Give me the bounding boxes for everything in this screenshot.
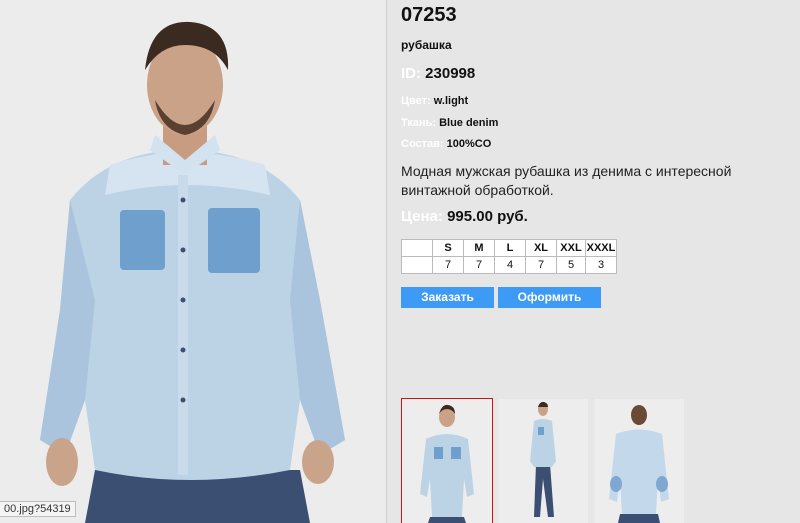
attr-composition: Состав: 100%CO [401,138,491,150]
attr-color-label: Цвет: [401,95,431,107]
size-quantity-cell: 7 [432,256,464,274]
price-label: Цена: [401,208,443,225]
main-product-photo [0,0,386,523]
size-quantity-cell: 7 [463,256,495,274]
size-quantity-cell: 4 [494,256,526,274]
size-header-cell: M [463,239,495,257]
attr-color-value: w.light [433,95,469,107]
product-description: Модная мужская рубашка из денима с интер… [401,163,732,198]
size-header-cell: L [494,239,526,257]
price-value: 995.00 руб. [447,208,528,225]
attr-fabric-label: Ткань: [401,117,436,129]
size-quantity-cell: 3 [585,256,617,274]
thumbnail-side[interactable] [498,399,588,523]
size-header-cell: XL [525,239,557,257]
attr-composition-label: Состав: [401,138,444,150]
attr-fabric-value: Blue denim [439,117,499,129]
status-url: 00.jpg?54319 [0,501,76,517]
product-article: 07253 [401,4,457,26]
product-price: Цена: 995.00 руб. [401,208,528,225]
attr-fabric: Ткань: Blue denim [401,117,498,129]
size-header-row: S M L XL XXL XXXL [401,239,617,257]
attr-composition-value: 100%CO [446,138,492,150]
id-value: 230998 [425,65,476,82]
id-label: ID: [401,65,421,82]
product-id: ID: 230998 [401,65,475,82]
checkout-button[interactable]: Оформить [498,287,601,308]
size-header-cell [401,239,433,257]
order-button[interactable]: Заказать [401,287,494,308]
size-header-cell: S [432,239,464,257]
size-quantity-row: 7 7 4 7 5 3 [401,256,617,274]
size-header-cell: XXL [556,239,586,257]
size-header-cell: XXXL [585,239,617,257]
size-table: S M L XL XXL XXXL 7 7 4 7 5 3 [401,239,617,274]
thumbnail-back[interactable] [594,399,684,523]
size-quantity-cell: 5 [556,256,586,274]
product-type: рубашка [401,38,452,52]
size-quantity-cell: 7 [525,256,557,274]
attr-color: Цвет: w.light [401,95,468,107]
panel-divider [386,0,387,523]
size-quantity-cell [401,256,433,274]
thumbnail-front[interactable] [401,398,493,523]
